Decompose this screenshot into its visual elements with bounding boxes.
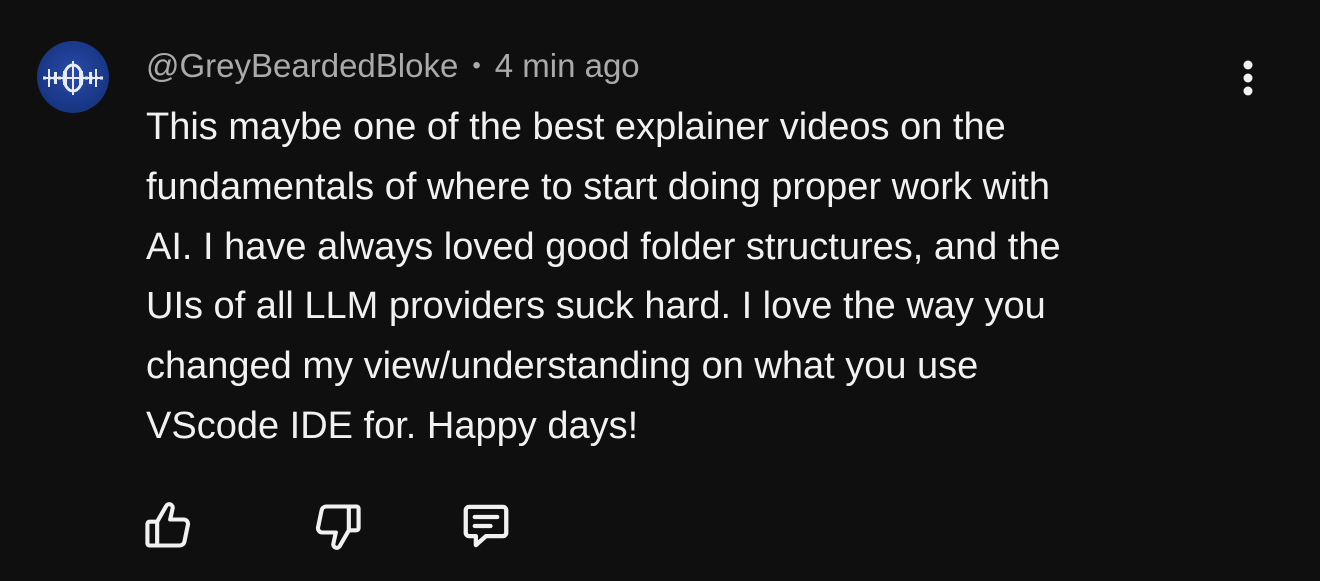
comment-text: This maybe one of the best explainer vid… (146, 98, 1236, 457)
author-name[interactable]: @GreyBeardedBloke (146, 47, 458, 85)
more-options-button[interactable] (1228, 54, 1268, 102)
comment-reply-icon (463, 504, 509, 548)
comment-line: This maybe one of the best explainer vid… (146, 106, 1006, 148)
avatar[interactable] (37, 41, 109, 113)
comment-line: VScode IDE for. Happy days! (146, 404, 639, 447)
dislike-button[interactable] (310, 498, 366, 554)
comment-line: fundamentals of where to start doing pro… (146, 165, 1051, 208)
thumbs-down-icon (315, 504, 361, 550)
thumbs-up-icon (145, 502, 191, 548)
like-button[interactable] (140, 498, 196, 554)
comment-line: AI. I have always loved good folder stru… (146, 225, 1061, 268)
more-vertical-icon (1243, 60, 1253, 96)
comment-line: UIs of all LLM providers suck hard. I lo… (146, 285, 1046, 328)
avatar-space-station-icon (43, 61, 103, 95)
reply-button[interactable] (458, 498, 514, 554)
comment-line: changed my view/understanding on what yo… (146, 345, 979, 388)
meta-separator: • (472, 52, 481, 79)
timestamp: 4 min ago (494, 47, 640, 84)
comment-header: @GreyBeardedBloke • 4 min ago (146, 44, 640, 88)
comment: @GreyBeardedBloke • 4 min ago This maybe… (0, 0, 1320, 581)
